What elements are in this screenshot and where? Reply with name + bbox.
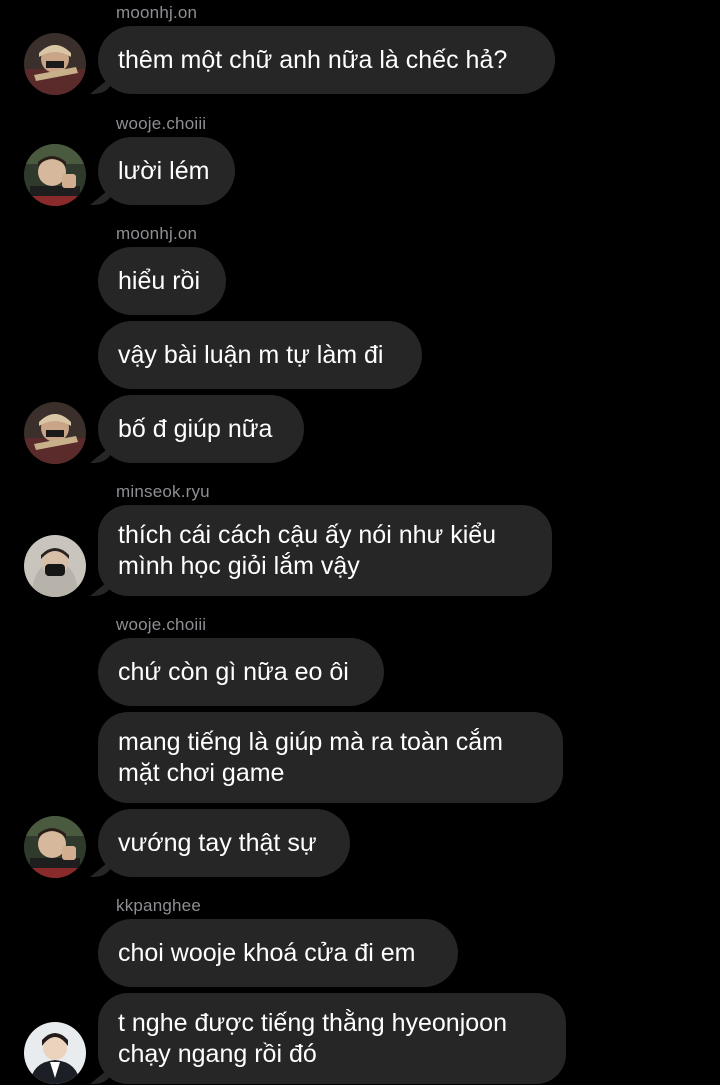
message-bubble[interactable]: t nghe được tiếng thằng hyeonjoon chạy n… — [98, 993, 566, 1084]
sender-name-moonhj-on[interactable]: moonhj.on — [116, 3, 197, 23]
message-bubble[interactable]: mang tiếng là giúp mà ra toàn cắm mặt ch… — [98, 712, 563, 803]
sender-name-moonhj-on[interactable]: moonhj.on — [116, 224, 197, 244]
message-bubble[interactable]: bố đ giúp nữa — [98, 395, 304, 463]
message-bubble[interactable]: hiểu rồi — [98, 247, 226, 315]
message-bubble[interactable]: choi wooje khoá cửa đi em — [98, 919, 458, 987]
sender-name-wooje-choiii[interactable]: wooje.choiii — [116, 114, 206, 134]
avatar-minseok-ryu[interactable] — [24, 535, 86, 597]
message-bubble[interactable]: thích cái cách cậu ấy nói như kiểu mình … — [98, 505, 552, 596]
avatar-wooje-choiii[interactable] — [24, 816, 86, 878]
avatar-moonhj-on[interactable] — [24, 33, 86, 95]
message-bubble[interactable]: vướng tay thật sự — [98, 809, 350, 877]
avatar-kkpanghee[interactable] — [24, 1022, 86, 1084]
message-bubble[interactable]: chứ còn gì nữa eo ôi — [98, 638, 384, 706]
message-bubble[interactable]: vậy bài luận m tự làm đi — [98, 321, 422, 389]
avatar-moonhj-on[interactable] — [24, 402, 86, 464]
sender-name-kkpanghee[interactable]: kkpanghee — [116, 896, 201, 916]
avatar-wooje-choiii[interactable] — [24, 144, 86, 206]
sender-name-wooje-choiii[interactable]: wooje.choiii — [116, 615, 206, 635]
sender-name-minseok-ryu[interactable]: minseok.ryu — [116, 482, 210, 502]
message-bubble[interactable]: thêm một chữ anh nữa là chếc hả? — [98, 26, 555, 94]
message-bubble[interactable]: lười lém — [98, 137, 235, 205]
chat-thread[interactable]: moonhj.on thêm một chữ anh nữa là chếc h… — [0, 0, 720, 1085]
